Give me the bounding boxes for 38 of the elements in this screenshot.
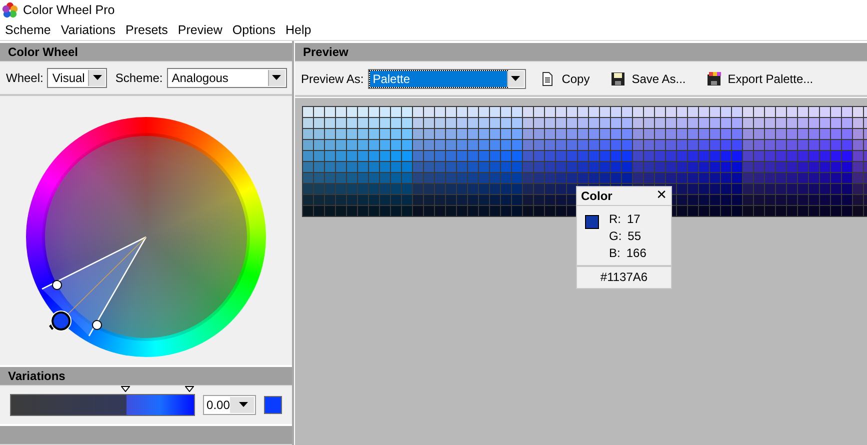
color-swatch (585, 215, 599, 229)
wheel-dropdown[interactable]: Visual (47, 68, 108, 88)
caret-icon (238, 402, 248, 408)
panel-header: Preview (295, 43, 867, 62)
popup-title: Color (581, 189, 612, 203)
channel-value: 55 (628, 229, 642, 243)
field-label: Scheme: (115, 70, 163, 85)
menu-item[interactable]: Presets (120, 23, 173, 37)
color-picker-button[interactable] (264, 396, 282, 414)
channel-label: B: (609, 246, 620, 260)
channel-label: G: (609, 229, 622, 243)
scheme-dropdown[interactable]: Analogous (166, 68, 287, 88)
toolbar-button[interactable]: Copy (534, 68, 596, 90)
channel-value: 17 (627, 212, 640, 226)
field-label: Wheel: (6, 70, 44, 85)
menu-item[interactable]: Options (227, 23, 280, 37)
panel-header: Variations (0, 366, 292, 386)
menu-item[interactable]: Help (280, 23, 316, 37)
menu-item[interactable]: Scheme (0, 23, 56, 37)
caret-icon (511, 76, 520, 81)
toolbar-button[interactable]: Export Palette... (700, 68, 820, 90)
caret-icon (92, 75, 102, 80)
toolbar-button[interactable]: Save As... (604, 68, 692, 90)
field-label: Preview As: (301, 72, 364, 86)
panel-header: Color Wheel (0, 43, 292, 62)
channel-value: 166 (626, 246, 646, 260)
preview-as-dropdown[interactable]: Palette (368, 68, 526, 88)
menu-item[interactable]: Variations (56, 23, 121, 37)
window-title: Color Wheel Pro (23, 3, 115, 17)
floppy-disk-icon (706, 70, 722, 86)
app-logo-icon (2, 2, 18, 18)
channel-label: R: (609, 212, 621, 226)
base-color-handle[interactable] (49, 310, 72, 332)
hex-value: #1137A6 (577, 265, 671, 288)
caret-icon (272, 75, 282, 80)
menu-item[interactable]: Preview (172, 23, 228, 37)
variation-value-dropdown[interactable]: 0.00 (202, 394, 256, 415)
close-button[interactable]: ✕ (656, 189, 667, 203)
